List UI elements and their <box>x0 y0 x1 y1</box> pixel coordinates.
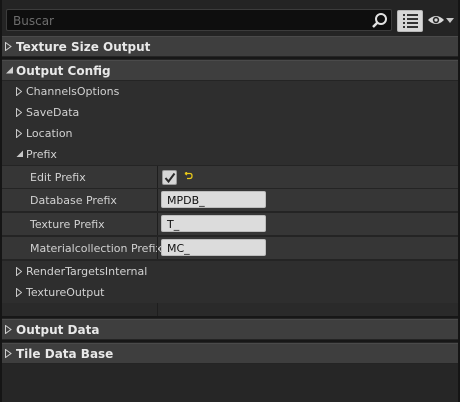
edit-prefix-checkbox[interactable] <box>162 170 177 185</box>
empty-row <box>2 303 458 317</box>
texture-prefix-field[interactable]: T_ <box>161 215 266 232</box>
row-channels-options[interactable]: ChannelsOptions <box>2 81 458 102</box>
expand-arrow-icon <box>5 325 12 334</box>
row-render-targets-internal[interactable]: RenderTargetsInternal <box>2 261 458 282</box>
category-label: Output Data <box>16 323 100 337</box>
row-label: SaveData <box>26 106 80 119</box>
expand-arrow-icon <box>16 267 22 276</box>
column-divider <box>157 237 158 259</box>
column-divider <box>157 166 158 188</box>
column-divider <box>157 189 158 211</box>
row-location[interactable]: Location <box>2 123 458 144</box>
row-label: Prefix <box>26 148 57 161</box>
search-input[interactable]: Buscar <box>6 9 392 31</box>
category-label: Output Config <box>16 64 111 78</box>
search-placeholder: Buscar <box>13 14 54 28</box>
category-texture-size-output[interactable]: Texture Size Output <box>2 36 458 56</box>
expand-arrow-icon <box>16 87 22 96</box>
toolbar: Buscar <box>2 0 458 36</box>
expand-arrow-icon <box>16 108 22 117</box>
category-label: Tile Data Base <box>16 347 114 361</box>
collapse-arrow-icon <box>16 150 23 157</box>
expand-arrow-icon <box>5 349 12 358</box>
row-prefix[interactable]: Prefix <box>2 144 458 165</box>
search-icon[interactable] <box>371 12 388 29</box>
prop-label: Edit Prefix <box>30 171 86 184</box>
view-options-button[interactable] <box>397 10 423 32</box>
prop-edit-prefix: Edit Prefix <box>2 166 458 188</box>
details-panel: Buscar Texture Size Output Output Config… <box>2 0 458 402</box>
divider <box>2 316 458 318</box>
row-label: ChannelsOptions <box>26 85 120 98</box>
materialcollection-prefix-field[interactable]: MC_ <box>161 239 266 256</box>
category-output-config[interactable]: Output Config <box>2 60 458 80</box>
checkmark-icon <box>164 172 176 184</box>
reset-to-default-icon[interactable] <box>184 172 193 180</box>
category-tile-data-base[interactable]: Tile Data Base <box>2 343 458 363</box>
chevron-down-icon[interactable] <box>446 18 454 24</box>
row-label: Location <box>26 127 73 140</box>
prop-texture-prefix: Texture Prefix T_ <box>2 213 458 235</box>
prop-label: Database Prefix <box>30 194 117 207</box>
empty-area <box>2 364 458 402</box>
row-label: RenderTargetsInternal <box>26 265 148 278</box>
divider <box>2 340 458 342</box>
expand-arrow-icon <box>16 129 22 138</box>
row-texture-output[interactable]: TextureOutput <box>2 282 458 303</box>
column-divider <box>157 303 158 317</box>
collapse-arrow-icon <box>6 66 13 74</box>
database-prefix-field[interactable]: MPDB_ <box>161 191 266 208</box>
category-label: Texture Size Output <box>16 40 151 54</box>
prop-database-prefix: Database Prefix MPDB_ <box>2 189 458 211</box>
column-divider <box>157 213 158 235</box>
divider <box>2 57 458 59</box>
category-output-data[interactable]: Output Data <box>2 319 458 339</box>
list-view-icon <box>403 14 418 28</box>
row-label: TextureOutput <box>26 286 105 299</box>
expand-arrow-icon <box>16 288 22 297</box>
prop-label: Materialcollection Prefix <box>30 242 162 255</box>
row-save-data[interactable]: SaveData <box>2 102 458 123</box>
eye-icon[interactable] <box>427 12 445 28</box>
prop-label: Texture Prefix <box>30 218 105 231</box>
expand-arrow-icon <box>5 42 12 51</box>
prop-materialcollection-prefix: Materialcollection Prefix MC_ <box>2 237 458 259</box>
